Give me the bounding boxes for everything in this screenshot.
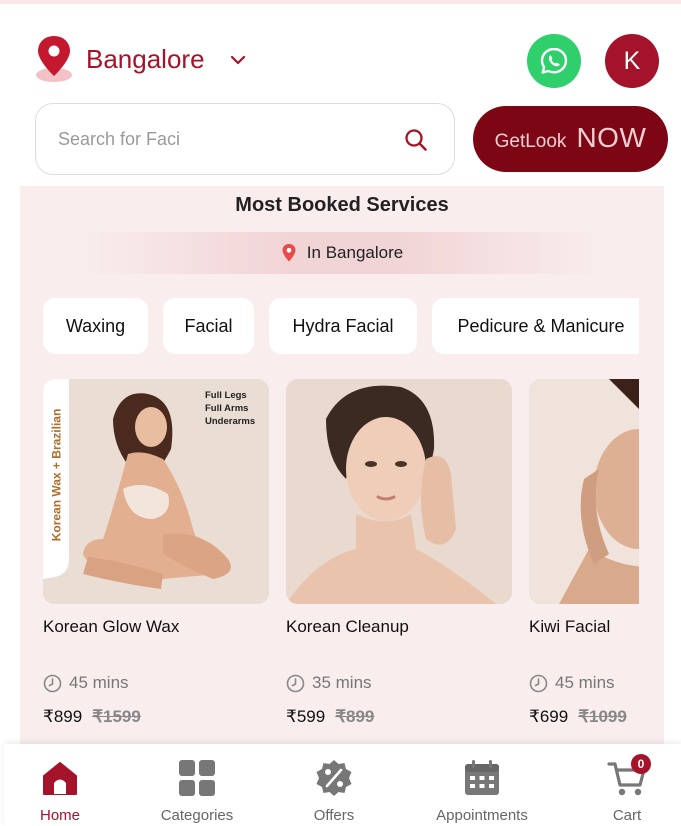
getlook-now-button[interactable]: GetLook NOW	[473, 106, 668, 172]
service-duration: 45 mins	[43, 673, 129, 693]
mrp-text: ₹899	[335, 707, 375, 726]
service-name[interactable]: Korean Cleanup	[286, 617, 409, 637]
calendar-icon	[462, 758, 502, 798]
image-side-text: Korean Wax + Brazilian	[49, 408, 64, 541]
bottom-navigation: Home Categories Offers Appointments 0 Ca…	[4, 744, 681, 826]
price-text: ₹899	[43, 707, 83, 726]
mrp-text: ₹1599	[92, 707, 141, 726]
now-label: NOW	[576, 122, 647, 153]
nav-appointments[interactable]: Appointments	[427, 744, 537, 826]
location-strip: In Bangalore	[80, 232, 604, 274]
clock-icon	[43, 674, 62, 692]
chevron-down-icon[interactable]	[230, 54, 246, 66]
clock-icon	[286, 674, 305, 692]
service-price: ₹599 ₹899	[286, 707, 374, 727]
clock-icon	[529, 674, 548, 692]
duration-text: 45 mins	[69, 673, 129, 692]
service-price: ₹699 ₹1099	[529, 707, 627, 727]
location-label: In Bangalore	[306, 243, 404, 262]
category-chips: Waxing Facial Hydra Facial Pedicure & Ma…	[43, 298, 639, 356]
chip-hydra-facial[interactable]: Hydra Facial	[269, 298, 417, 354]
nav-offers-label: Offers	[313, 807, 355, 824]
cleanup-model-image	[286, 379, 512, 604]
image-list-item: Full Legs	[205, 390, 247, 401]
nav-categories-label: Categories	[160, 807, 234, 824]
nav-cart[interactable]: 0 Cart	[597, 744, 657, 826]
duration-text: 45 mins	[555, 673, 615, 692]
search-input[interactable]	[58, 124, 388, 154]
cart-count-badge: 0	[631, 754, 651, 774]
service-image[interactable]: Korean Wax + Brazilian Full Legs Full Ar…	[43, 379, 269, 604]
service-name[interactable]: Kiwi Facial	[529, 617, 610, 637]
categories-icon	[177, 758, 217, 798]
nav-appointments-label: Appointments	[436, 807, 528, 824]
chip-pedicure-manicure[interactable]: Pedicure & Manicure	[432, 298, 639, 354]
search-icon[interactable]	[404, 128, 428, 152]
city-selector[interactable]: Bangalore	[86, 44, 205, 75]
most-booked-section: Most Booked Services In Bangalore Waxing…	[20, 186, 664, 744]
nav-offers[interactable]: Offers	[294, 744, 374, 826]
home-icon	[40, 758, 80, 798]
getlook-label: GetLook	[494, 131, 567, 152]
app-screen: Bangalore K GetLook NOW Most Booked Serv…	[0, 0, 681, 826]
service-price: ₹899 ₹1599	[43, 707, 141, 727]
nav-categories[interactable]: Categories	[152, 744, 242, 826]
image-list-item: Underarms	[205, 416, 256, 427]
header: Bangalore K GetLook NOW	[4, 4, 668, 186]
cart-icon: 0	[607, 754, 651, 798]
service-duration: 35 mins	[286, 673, 372, 693]
chip-waxing[interactable]: Waxing	[43, 298, 148, 354]
nav-cart-label: Cart	[612, 807, 642, 824]
scroll-edge	[664, 186, 681, 744]
search-box[interactable]	[35, 103, 455, 175]
image-area-list: Full Legs Full Arms Underarms	[205, 389, 255, 428]
offers-icon	[314, 758, 354, 798]
service-duration: 45 mins	[529, 673, 615, 693]
duration-text: 35 mins	[312, 673, 372, 692]
service-image[interactable]	[286, 379, 512, 604]
service-name[interactable]: Korean Glow Wax	[43, 617, 179, 637]
whatsapp-icon	[540, 47, 568, 74]
price-text: ₹699	[529, 707, 569, 726]
chip-facial[interactable]: Facial	[163, 298, 254, 354]
nav-home[interactable]: Home	[20, 744, 100, 826]
price-text: ₹599	[286, 707, 326, 726]
nav-home-label: Home	[39, 807, 80, 824]
location-pin-icon	[282, 244, 296, 262]
image-list-item: Full Arms	[205, 403, 249, 414]
location-pin-icon[interactable]	[34, 34, 74, 84]
whatsapp-button[interactable]	[527, 34, 581, 88]
user-avatar[interactable]: K	[605, 34, 659, 88]
service-image[interactable]	[529, 379, 639, 604]
section-title: Most Booked Services	[235, 194, 449, 216]
facial-model-image	[529, 379, 639, 604]
service-cards: Korean Wax + Brazilian Full Legs Full Ar…	[43, 379, 639, 744]
mrp-text: ₹1099	[578, 707, 627, 726]
